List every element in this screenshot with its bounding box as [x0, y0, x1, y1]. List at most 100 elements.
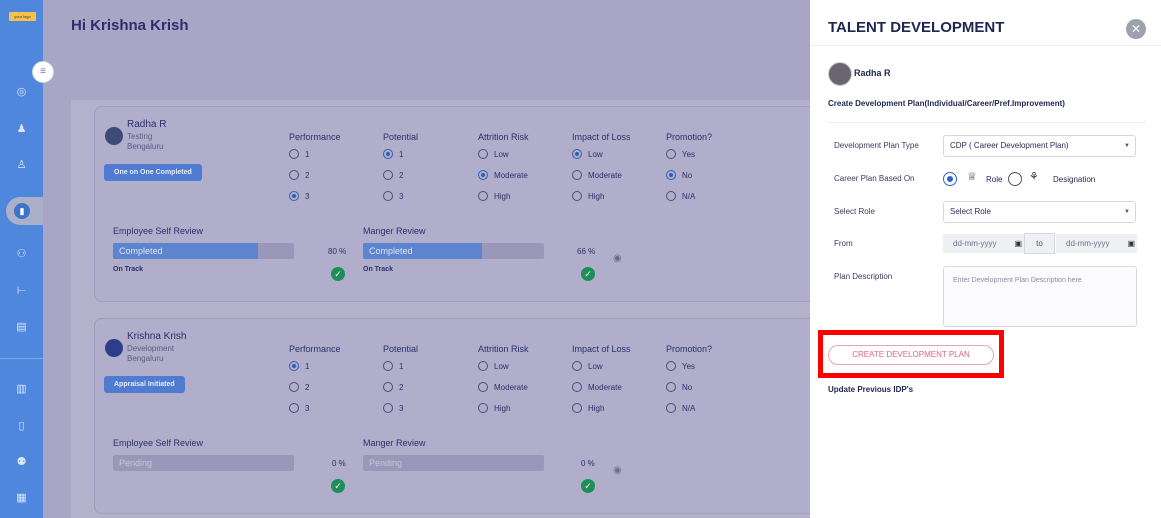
calendar-icon: ▣	[1014, 239, 1022, 248]
self-review-status: Pending	[119, 458, 153, 468]
radio-attrition-moderate[interactable]: Moderate	[478, 382, 528, 393]
from-date-input[interactable]: dd-mm-yyyy ▣	[943, 234, 1024, 253]
drawer-title: TALENT DEVELOPMENT	[828, 19, 1005, 36]
radio-promotion-na[interactable]: N/A	[666, 191, 695, 202]
org-chart-icon: ⚘	[1029, 171, 1039, 183]
manager-review-percent: 66 %	[577, 247, 596, 256]
app-logo: your logo	[9, 12, 36, 21]
select-role-label: Select Role	[834, 207, 875, 216]
col-potential: Potential	[383, 344, 419, 354]
manager-review-status: Pending	[369, 458, 403, 468]
chevron-down-icon: ▼	[1124, 209, 1130, 215]
radio-potential-2[interactable]: 2	[383, 170, 403, 181]
manager-review-status: Completed	[369, 246, 413, 256]
radio-promotion-na[interactable]: N/A	[666, 403, 695, 414]
radio-potential-3[interactable]: 3	[383, 403, 403, 414]
radio-designation[interactable]	[1008, 172, 1022, 186]
section-subtitle: Create Development Plan(Individual/Caree…	[828, 99, 1065, 108]
employee-name: Radha R	[127, 119, 167, 130]
col-potential: Potential	[383, 132, 419, 142]
report-icon[interactable]: ▥	[13, 381, 30, 398]
select-role-dropdown[interactable]: Select Role ▼	[943, 201, 1136, 223]
col-impact: Impact of Loss	[572, 132, 631, 142]
self-review-track: On Track	[113, 266, 143, 273]
plan-type-select[interactable]: CDP ( Career Development Plan) ▼	[943, 135, 1136, 157]
radio-potential-2[interactable]: 2	[383, 382, 403, 393]
employee-name: Krishna Krish	[127, 331, 187, 342]
employee-card: Krishna Krish Development Bengaluru Appr…	[94, 318, 824, 514]
self-review-label: Employee Self Review	[113, 438, 204, 448]
avatar	[105, 127, 123, 145]
employee-department: Testing	[127, 132, 153, 141]
main-content: Hi Krishna Krish Radha R Testing Bengalu…	[43, 0, 824, 518]
handshake-icon[interactable]: ⚇	[13, 246, 30, 263]
person-icon[interactable]: ♙	[13, 157, 30, 174]
radio-role[interactable]	[943, 172, 957, 186]
radio-performance-3[interactable]: 3	[289, 191, 309, 202]
check-icon: ✓	[581, 479, 595, 493]
plan-description-textarea[interactable]: Enter Development Plan Description here	[943, 266, 1137, 327]
avatar	[105, 339, 123, 357]
radio-performance-2[interactable]: 2	[289, 382, 309, 393]
eye-icon[interactable]: ◉	[613, 465, 622, 476]
radio-promotion-yes[interactable]: Yes	[666, 361, 695, 372]
talent-development-drawer: TALENT DEVELOPMENT ✕ Radha R Create Deve…	[810, 0, 1161, 518]
radio-attrition-low[interactable]: Low	[478, 361, 509, 372]
col-promotion: Promotion?	[666, 132, 713, 142]
employee-location: Bengaluru	[127, 142, 164, 151]
eye-icon[interactable]: ◉	[613, 253, 622, 264]
radio-promotion-no[interactable]: No	[666, 382, 692, 393]
col-attrition: Attrition Risk	[478, 344, 529, 354]
designation-option-label: Designation	[1053, 175, 1096, 184]
employee-card: Radha R Testing Bengaluru One on One Com…	[94, 106, 824, 302]
create-development-plan-button[interactable]: CREATE DEVELOPMENT PLAN	[828, 345, 994, 365]
radio-potential-1[interactable]: 1	[383, 361, 403, 372]
book-icon[interactable]: ▮	[14, 203, 30, 219]
radio-impact-low[interactable]: Low	[572, 361, 603, 372]
chart-pie-icon[interactable]: ◎	[13, 84, 30, 101]
radio-promotion-no[interactable]: No	[666, 170, 692, 181]
radio-promotion-yes[interactable]: Yes	[666, 149, 695, 160]
to-date-input[interactable]: dd-mm-yyyy ▣	[1056, 234, 1137, 253]
radio-impact-moderate[interactable]: Moderate	[572, 170, 622, 181]
col-impact: Impact of Loss	[572, 344, 631, 354]
sidebar-collapse-button[interactable]: ≡	[32, 61, 54, 83]
avatar	[828, 62, 852, 86]
close-icon[interactable]: ✕	[1126, 19, 1146, 39]
radio-performance-1[interactable]: 1	[289, 149, 309, 160]
team-icon[interactable]: ♟	[13, 121, 30, 138]
document-icon[interactable]: ▤	[13, 319, 30, 336]
check-icon: ✓	[331, 479, 345, 493]
plan-type-label: Development Plan Type	[834, 141, 919, 150]
users-icon[interactable]: ⚉	[13, 454, 30, 471]
radio-impact-high[interactable]: High	[572, 403, 604, 414]
radio-attrition-high[interactable]: High	[478, 403, 510, 414]
radio-impact-moderate[interactable]: Moderate	[572, 382, 622, 393]
employee-department: Development	[127, 344, 175, 353]
radio-performance-1[interactable]: 1	[289, 361, 309, 372]
radio-attrition-moderate[interactable]: Moderate	[478, 170, 528, 181]
manager-review-progress-bar: Completed	[363, 243, 544, 259]
radio-attrition-high[interactable]: High	[478, 191, 510, 202]
radio-attrition-low[interactable]: Low	[478, 149, 509, 160]
status-badge[interactable]: Appraisal Initiated	[104, 376, 185, 393]
hierarchy-icon[interactable]: ⊢	[13, 283, 30, 300]
radio-potential-3[interactable]: 3	[383, 191, 403, 202]
status-badge[interactable]: One on One Completed	[104, 164, 202, 181]
radio-performance-3[interactable]: 3	[289, 403, 309, 414]
radio-potential-1[interactable]: 1	[383, 149, 403, 160]
description-label: Plan Description	[834, 272, 893, 281]
manager-review-label: Manger Review	[363, 226, 426, 236]
analytics-icon[interactable]: ▦	[13, 490, 30, 507]
radio-performance-2[interactable]: 2	[289, 170, 309, 181]
radio-impact-high[interactable]: High	[572, 191, 604, 202]
radio-impact-low[interactable]: Low	[572, 149, 603, 160]
manager-review-percent: 0 %	[581, 459, 595, 468]
calendar-icon: ▣	[1127, 239, 1135, 248]
book2-icon[interactable]: ▯	[13, 418, 30, 435]
role-option-label: Role	[986, 175, 1003, 184]
employee-list-panel: Radha R Testing Bengaluru One on One Com…	[71, 100, 824, 518]
self-review-status: Completed	[119, 246, 163, 256]
update-previous-idp-link[interactable]: Update Previous IDP's	[828, 385, 913, 394]
sidebar-divider	[0, 358, 43, 359]
